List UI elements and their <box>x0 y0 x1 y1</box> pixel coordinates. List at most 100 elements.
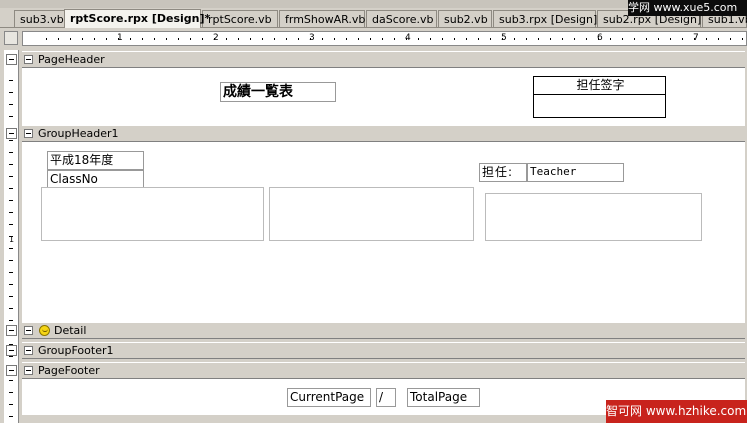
vruler-tick <box>9 140 13 141</box>
ruler-tick <box>550 38 551 40</box>
subreport-frame-1[interactable] <box>41 187 264 241</box>
collapse-icon[interactable] <box>24 366 33 375</box>
title-label[interactable]: 成績一覧表 <box>220 82 336 102</box>
band-group-footer[interactable]: GroupFooter1 <box>22 342 745 359</box>
vruler-tick <box>9 188 13 189</box>
ruler-tick <box>94 38 95 40</box>
vruler-tick <box>9 248 13 249</box>
vruler-tick <box>9 116 13 117</box>
ruler-number: 6 <box>597 33 603 43</box>
ruler-tick <box>250 38 251 40</box>
ruler-tick <box>58 38 59 40</box>
tab-sub3-vb[interactable]: sub3.vb <box>14 10 65 27</box>
vruler-number: 1 <box>9 235 15 244</box>
collapse-icon[interactable] <box>24 326 33 335</box>
ruler-tick <box>382 38 383 40</box>
vruler-tick <box>9 212 13 213</box>
ruler-tick <box>370 38 371 40</box>
ruler-number: 5 <box>501 33 507 43</box>
ruler-tick <box>454 38 455 40</box>
band-page-footer[interactable]: PageFooter <box>22 362 745 379</box>
ruler-tick <box>622 38 623 40</box>
ruler-tick <box>322 38 323 40</box>
vruler-tick <box>9 92 13 93</box>
subreport-frame-2[interactable] <box>269 187 474 241</box>
teacher-label[interactable]: 担任: <box>479 163 527 182</box>
tab-rptscore-design[interactable]: rptScore.rpx [Design]* <box>64 9 210 28</box>
ruler-tick <box>190 38 191 40</box>
vruler-collapse-icon[interactable] <box>6 325 17 336</box>
ruler-tick <box>586 38 587 40</box>
tab-sub2-vb[interactable]: sub2.vb <box>438 10 492 27</box>
vruler-tick <box>9 200 13 201</box>
vruler-collapse-icon[interactable] <box>6 345 17 356</box>
ruler-tick <box>562 38 563 40</box>
ruler-tick <box>646 38 647 40</box>
ruler-number: 7 <box>693 33 699 43</box>
ruler-tick <box>274 38 275 40</box>
signature-box[interactable] <box>533 94 666 118</box>
ruler-tick <box>82 38 83 40</box>
classno-field[interactable]: ClassNo <box>47 170 144 188</box>
ruler-tick <box>610 38 611 40</box>
ruler-tick <box>526 38 527 40</box>
ruler-tick <box>706 38 707 40</box>
vruler-collapse-icon[interactable] <box>6 54 17 65</box>
signature-label[interactable]: 担任签字 <box>533 76 666 95</box>
collapse-icon[interactable] <box>24 129 33 138</box>
collapse-icon[interactable] <box>24 346 33 355</box>
ruler-tick <box>346 38 347 40</box>
section-group-header: 平成18年度 ClassNo 担任: Teacher <box>22 142 745 322</box>
vruler-collapse-icon[interactable] <box>6 365 17 376</box>
ruler-tick <box>490 38 491 40</box>
tab-frmshowar-vb[interactable]: frmShowAR.vb <box>279 10 365 27</box>
ruler-tick <box>634 38 635 40</box>
total-page-field[interactable]: TotalPage <box>407 388 480 407</box>
ruler-tick <box>142 38 143 40</box>
vruler-tick <box>9 224 13 225</box>
ruler-tick <box>730 38 731 40</box>
watermark-bottom: 智可网 www.hzhike.com <box>606 400 747 423</box>
band-label: PageFooter <box>38 364 100 377</box>
ruler-tick <box>418 38 419 40</box>
tab-dascore-vb[interactable]: daScore.vb <box>366 10 437 27</box>
band-group-header[interactable]: GroupHeader1 <box>22 125 745 142</box>
collapse-icon[interactable] <box>24 55 33 64</box>
vruler-tick <box>9 152 13 153</box>
vruler-tick <box>9 404 13 405</box>
ruler-tick <box>286 38 287 40</box>
section-page-header: 成績一覧表 担任签字 <box>22 68 745 125</box>
vruler-tick <box>9 416 13 417</box>
band-page-header[interactable]: PageHeader <box>22 51 745 68</box>
year-label[interactable]: 平成18年度 <box>47 151 144 170</box>
ruler-tick <box>46 38 47 40</box>
tab-rptscore-vb[interactable]: rptScore.vb <box>202 10 278 27</box>
teacher-field[interactable]: Teacher <box>527 163 624 182</box>
ruler-number: 3 <box>309 33 315 43</box>
ruler-number: 4 <box>405 33 411 43</box>
ruler-tick <box>178 38 179 40</box>
ruler-tick <box>718 38 719 40</box>
ruler-corner-button[interactable] <box>4 31 18 45</box>
vruler-tick <box>9 320 13 321</box>
vruler-tick <box>9 104 13 105</box>
vruler-tick <box>9 260 13 261</box>
ruler-tick <box>238 38 239 40</box>
ruler-tick <box>466 38 467 40</box>
slash-label[interactable]: / <box>376 388 396 407</box>
subreport-frame-3[interactable] <box>485 193 702 241</box>
band-detail[interactable]: Detail <box>22 322 745 339</box>
vruler-tick <box>9 164 13 165</box>
current-page-field[interactable]: CurrentPage <box>287 388 371 407</box>
vruler-collapse-icon[interactable] <box>6 128 17 139</box>
tab-sub3-rpx-design[interactable]: sub3.rpx [Design] <box>493 10 597 27</box>
ruler-tick <box>298 38 299 40</box>
vruler-tick <box>9 176 13 177</box>
ruler-tick <box>658 38 659 40</box>
vruler-tick <box>9 296 13 297</box>
band-label: Detail <box>54 324 87 337</box>
vruler-tick <box>9 392 13 393</box>
ruler-tick <box>358 38 359 40</box>
ruler-tick <box>202 38 203 40</box>
ruler-tick <box>682 38 683 40</box>
